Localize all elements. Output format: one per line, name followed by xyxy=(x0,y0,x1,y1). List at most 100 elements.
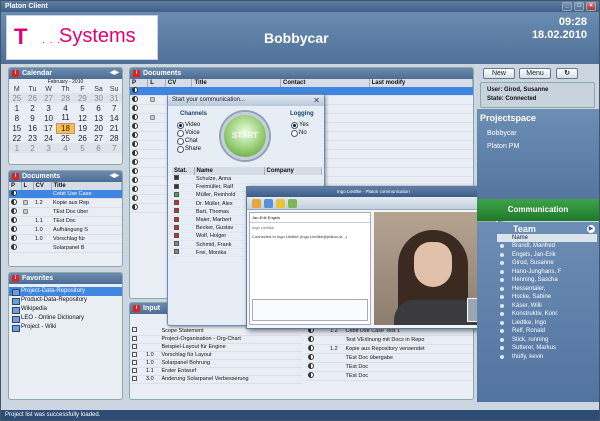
column-header[interactable]: Title xyxy=(51,182,122,190)
channel-option[interactable]: Share xyxy=(176,145,201,153)
table-row[interactable]: Beispiel-Layout für Engine xyxy=(130,343,302,352)
team-member[interactable]: Hessentaler, xyxy=(512,285,597,294)
table-row[interactable]: TEst Doc über xyxy=(9,207,122,217)
table-row[interactable]: 3.0 Änderung Solarpanel Verbesserung xyxy=(130,375,302,384)
communication-button[interactable]: Communication xyxy=(477,199,599,221)
calendar-day[interactable]: 1 xyxy=(9,143,25,153)
team-play-icon[interactable]: ▶ xyxy=(587,225,595,233)
column-header[interactable]: Contact xyxy=(280,79,370,87)
project-item[interactable]: Bobbycar xyxy=(477,127,599,140)
team-member[interactable]: Girod, Susanne xyxy=(512,259,597,268)
favorite-item[interactable]: Wikipedia xyxy=(9,305,122,314)
calendar-day[interactable]: 25 xyxy=(9,93,25,103)
new-button[interactable]: New xyxy=(483,68,515,79)
calendar-day[interactable]: 21 xyxy=(106,123,122,133)
calendar-day[interactable]: 29 xyxy=(74,93,91,103)
team-member[interactable]: Sutterer, Markus xyxy=(512,344,597,353)
team-member[interactable]: Relf, Ronald xyxy=(512,327,597,336)
team-member[interactable]: Stick, running xyxy=(512,336,597,345)
column-header[interactable]: P xyxy=(9,182,22,190)
table-row[interactable]: TEst Doc übergabe xyxy=(306,353,473,363)
column-header[interactable]: L xyxy=(147,79,166,87)
team-member[interactable]: Liedtke, Ingo xyxy=(512,319,597,328)
channel-option[interactable]: Video xyxy=(176,121,201,129)
call-icon[interactable] xyxy=(252,199,261,208)
maximize-button[interactable]: □ xyxy=(574,2,584,11)
calendar-day[interactable]: 11 xyxy=(57,113,74,123)
team-member[interactable]: thülfy, kevin xyxy=(512,353,597,362)
calendar-day[interactable]: 27 xyxy=(40,93,57,103)
team-member[interactable]: Konstruktiv, Konr. xyxy=(512,310,597,319)
calendar-day[interactable]: 16 xyxy=(25,123,41,133)
logging-option[interactable]: Yes xyxy=(290,121,309,129)
calendar-day[interactable]: 19 xyxy=(74,123,91,133)
menu-button[interactable]: Menu xyxy=(519,68,551,79)
team-member[interactable]: Henning, Sascha xyxy=(512,276,597,285)
table-row[interactable]: 1.0 Vorschlag für xyxy=(9,234,122,244)
close-icon[interactable]: ✕ xyxy=(313,95,320,106)
calendar-day[interactable]: 4 xyxy=(56,143,75,153)
column-header[interactable]: Stat. xyxy=(172,167,195,175)
table-row[interactable]: Solarpanel B xyxy=(9,243,122,253)
column-header[interactable]: CV xyxy=(33,182,52,190)
calendar-day[interactable]: 6 xyxy=(90,143,107,153)
calendar-day[interactable]: 7 xyxy=(106,143,122,153)
table-row[interactable]: Project-Organisation - Org-Chart xyxy=(130,335,302,344)
channel-option[interactable]: Voice xyxy=(176,129,201,137)
calendar-day[interactable]: 25 xyxy=(57,133,74,143)
calendar-day[interactable]: 14 xyxy=(106,113,122,123)
team-member[interactable]: Engels, Jan-Erik xyxy=(512,251,597,260)
video-icon[interactable] xyxy=(264,199,273,208)
calendar-day[interactable]: 18 xyxy=(56,122,75,134)
logging-option[interactable]: No xyxy=(290,129,309,137)
user-row[interactable]: Schulze, Anna xyxy=(172,175,322,184)
calendar-day[interactable]: 5 xyxy=(74,103,91,113)
calendar-day[interactable]: 2 xyxy=(24,143,41,153)
calendar-day[interactable]: 28 xyxy=(106,133,122,143)
channel-option[interactable]: Chat xyxy=(176,137,201,145)
column-header[interactable]: CV xyxy=(165,79,193,87)
column-header[interactable]: Company xyxy=(264,167,322,175)
team-member[interactable]: Hano-Junghans, F xyxy=(512,268,597,277)
calendar-day[interactable]: 1 xyxy=(9,103,25,113)
table-row[interactable]: 1.0 Aufhängung S xyxy=(9,225,122,235)
calendar-day[interactable]: 7 xyxy=(106,103,122,113)
calendar-day[interactable]: 3 xyxy=(40,103,57,113)
calendar-day[interactable]: 28 xyxy=(56,93,75,103)
expand-icon[interactable]: ◀▶ xyxy=(110,171,119,182)
calendar-day[interactable]: 4 xyxy=(57,103,74,113)
calendar-day[interactable]: 30 xyxy=(90,93,107,103)
calendar-month[interactable]: February - 2010 xyxy=(9,79,122,86)
expand-icon[interactable]: ◀▶ xyxy=(110,68,119,79)
team-member[interactable]: Hocke, Sabine xyxy=(512,293,597,302)
calendar-day[interactable]: 17 xyxy=(40,123,57,133)
calendar-day[interactable]: 6 xyxy=(91,103,107,113)
share-icon[interactable] xyxy=(288,199,297,208)
team-member[interactable]: Käser, Willi xyxy=(512,302,597,311)
chat-input[interactable] xyxy=(252,299,368,321)
calendar-day[interactable]: 26 xyxy=(74,133,91,143)
table-row[interactable]: Test VErlinung mit Docs in Repo xyxy=(306,335,473,345)
table-row[interactable]: 1.2 Kopie aus Rep xyxy=(9,198,122,208)
calendar-day[interactable]: 10 xyxy=(40,113,57,123)
favorite-item[interactable]: Product-Data-Repository xyxy=(9,296,122,305)
table-row[interactable]: 1.1 TEst Doc xyxy=(9,216,122,226)
table-row[interactable]: 1.2 Kopie aus Repository verwendet xyxy=(306,344,473,354)
calendar-day[interactable]: 27 xyxy=(91,133,107,143)
column-header[interactable]: Name xyxy=(194,167,265,175)
calendar-day[interactable]: 26 xyxy=(24,93,41,103)
calendar-day[interactable]: 12 xyxy=(74,113,91,123)
calendar-day[interactable]: 31 xyxy=(106,93,122,103)
favorite-item[interactable]: Project - Wiki xyxy=(9,323,122,332)
project-item[interactable]: Platon PM xyxy=(477,140,599,153)
table-row[interactable]: TEst Doc xyxy=(306,371,473,381)
favorite-item[interactable]: Project-Data-Repository xyxy=(9,287,122,296)
calendar-day[interactable]: 15 xyxy=(9,123,25,133)
calendar-day[interactable]: 5 xyxy=(74,143,91,153)
table-row[interactable]: Cebit Use Case xyxy=(9,190,122,199)
calendar-day[interactable]: 2 xyxy=(25,103,41,113)
minimize-button[interactable]: _ xyxy=(562,2,572,11)
team-member[interactable]: Brandt, Manfred xyxy=(512,242,597,251)
calendar-day[interactable]: 23 xyxy=(25,133,41,143)
chat-icon[interactable] xyxy=(276,199,285,208)
